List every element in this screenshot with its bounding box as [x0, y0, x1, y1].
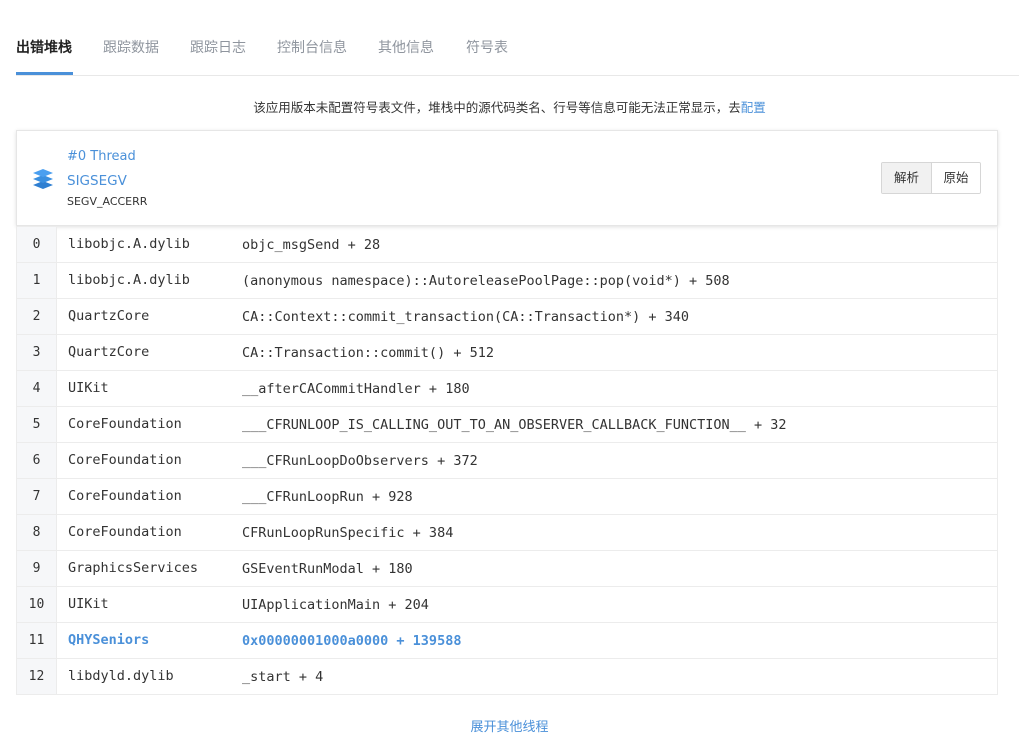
- frame-library: UIKit: [68, 596, 109, 612]
- frame-symbol: UIApplicationMain + 204: [242, 597, 429, 613]
- frame-symbol: ___CFRunLoopRun + 928: [242, 489, 413, 505]
- view-mode-toggle: 解析 原始: [881, 162, 981, 194]
- frame-library: libobjc.A.dylib: [68, 236, 190, 252]
- frame-library: CoreFoundation: [68, 488, 182, 504]
- frame-index: 10: [17, 587, 57, 622]
- frame-index: 9: [17, 551, 57, 586]
- active-tab-indicator: [16, 72, 73, 75]
- stack-frame-row: 3 QuartzCore CA::Transaction::commit() + 5…: [17, 334, 997, 370]
- frame-index: 2: [17, 299, 57, 334]
- thread-header: #0 Thread SIGSEGV SEGV_ACCERR 解析 原始: [16, 130, 998, 226]
- frame-index: 5: [17, 407, 57, 442]
- stack-frame-row: 6 CoreFoundation ___CFRunLoopDoObservers +…: [17, 442, 997, 478]
- stack-frame-list: 0 libobjc.A.dylib objc_msgSend + 28 1 libobj…: [16, 226, 998, 695]
- stack-frame-row: 10 UIKit UIApplicationMain + 204: [17, 586, 997, 622]
- stack-frame-row: 5 CoreFoundation ___CFRUNLOOP_IS_CALLING_O…: [17, 406, 997, 442]
- frame-library: GraphicsServices: [68, 560, 199, 576]
- frame-library: CoreFoundation: [68, 524, 182, 540]
- stack-frame-row: 8 CoreFoundation CFRunLoopRunSpecific + 38…: [17, 514, 997, 550]
- frame-index: 4: [17, 371, 57, 406]
- tab-console-info[interactable]: 控制台信息: [277, 37, 347, 57]
- frame-symbol: CA::Context::commit_transaction(CA::Tran…: [242, 309, 690, 325]
- frame-symbol: ___CFRUNLOOP_IS_CALLING_OUT_TO_AN_OBSERV…: [242, 417, 787, 433]
- frame-library: QuartzCore: [68, 344, 150, 360]
- frame-index: 7: [17, 479, 57, 514]
- stack-frame-row: 12 libdyld.dylib _start + 4: [17, 658, 997, 694]
- stack-frame-row: 0 libobjc.A.dylib objc_msgSend + 28: [17, 226, 997, 262]
- symbol-notice-text: 该应用版本未配置符号表文件，堆栈中的源代码类名、行号等信息可能无法正常显示，去: [253, 100, 741, 115]
- parsed-view-button[interactable]: 解析: [882, 163, 931, 193]
- frame-index: 3: [17, 335, 57, 370]
- frame-index: 6: [17, 443, 57, 478]
- raw-view-button[interactable]: 原始: [931, 163, 980, 193]
- frame-library: CoreFoundation: [68, 416, 182, 432]
- frame-library: libobjc.A.dylib: [68, 272, 190, 288]
- frame-symbol: __afterCACommitHandler + 180: [242, 381, 470, 397]
- tab-trace-data[interactable]: 跟踪数据: [103, 37, 159, 57]
- frame-library: CoreFoundation: [68, 452, 182, 468]
- layers-icon: [33, 169, 53, 189]
- frame-index: 11: [17, 623, 57, 658]
- tab-symbol-table[interactable]: 符号表: [466, 37, 508, 57]
- frame-library: QuartzCore: [68, 308, 150, 324]
- frame-symbol: CA::Transaction::commit() + 512: [242, 345, 494, 361]
- symbol-notice: 该应用版本未配置符号表文件，堆栈中的源代码类名、行号等信息可能无法正常显示，去配…: [0, 97, 1019, 116]
- frame-index: 12: [17, 659, 57, 694]
- frame-library: QHYSeniors: [68, 632, 150, 648]
- frame-index: 0: [17, 227, 57, 262]
- signal-code: SEGV_ACCERR: [67, 195, 148, 208]
- expand-threads-link[interactable]: 展开其他线程: [0, 716, 1019, 735]
- frame-symbol: 0x00000001000a0000 + 139588: [242, 633, 462, 649]
- stack-frame-row: 7 CoreFoundation ___CFRunLoopRun + 928: [17, 478, 997, 514]
- stack-frame-row: 2 QuartzCore CA::Context::commit_transacti…: [17, 298, 997, 334]
- thread-name[interactable]: #0 Thread: [67, 149, 136, 164]
- tab-other-info[interactable]: 其他信息: [378, 37, 434, 57]
- frame-index: 8: [17, 515, 57, 550]
- frame-library: UIKit: [68, 380, 109, 396]
- tab-bar: 出错堆栈 跟踪数据 跟踪日志 控制台信息 其他信息 符号表: [16, 0, 1019, 76]
- signal-name: SIGSEGV: [67, 173, 127, 189]
- stack-frame-row: 9 GraphicsServices GSEventRunModal + 180: [17, 550, 997, 586]
- stack-frame-row: 1 libobjc.A.dylib (anonymous namespace)::A…: [17, 262, 997, 298]
- configure-link[interactable]: 配置: [741, 100, 766, 115]
- tab-trace-log[interactable]: 跟踪日志: [190, 37, 246, 57]
- frame-symbol: ___CFRunLoopDoObservers + 372: [242, 453, 478, 469]
- frame-index: 1: [17, 263, 57, 298]
- frame-symbol: (anonymous namespace)::AutoreleasePoolPa…: [242, 273, 730, 289]
- frame-symbol: GSEventRunModal + 180: [242, 561, 413, 577]
- stack-frame-row: 11 QHYSeniors 0x00000001000a0000 + 139588: [17, 622, 997, 658]
- frame-symbol: objc_msgSend + 28: [242, 237, 381, 253]
- stack-frame-row: 4 UIKit __afterCACommitHandler + 180: [17, 370, 997, 406]
- frame-symbol: _start + 4: [242, 669, 324, 685]
- frame-library: libdyld.dylib: [68, 668, 174, 684]
- tab-crash-stack[interactable]: 出错堆栈: [16, 37, 72, 57]
- frame-symbol: CFRunLoopRunSpecific + 384: [242, 525, 454, 541]
